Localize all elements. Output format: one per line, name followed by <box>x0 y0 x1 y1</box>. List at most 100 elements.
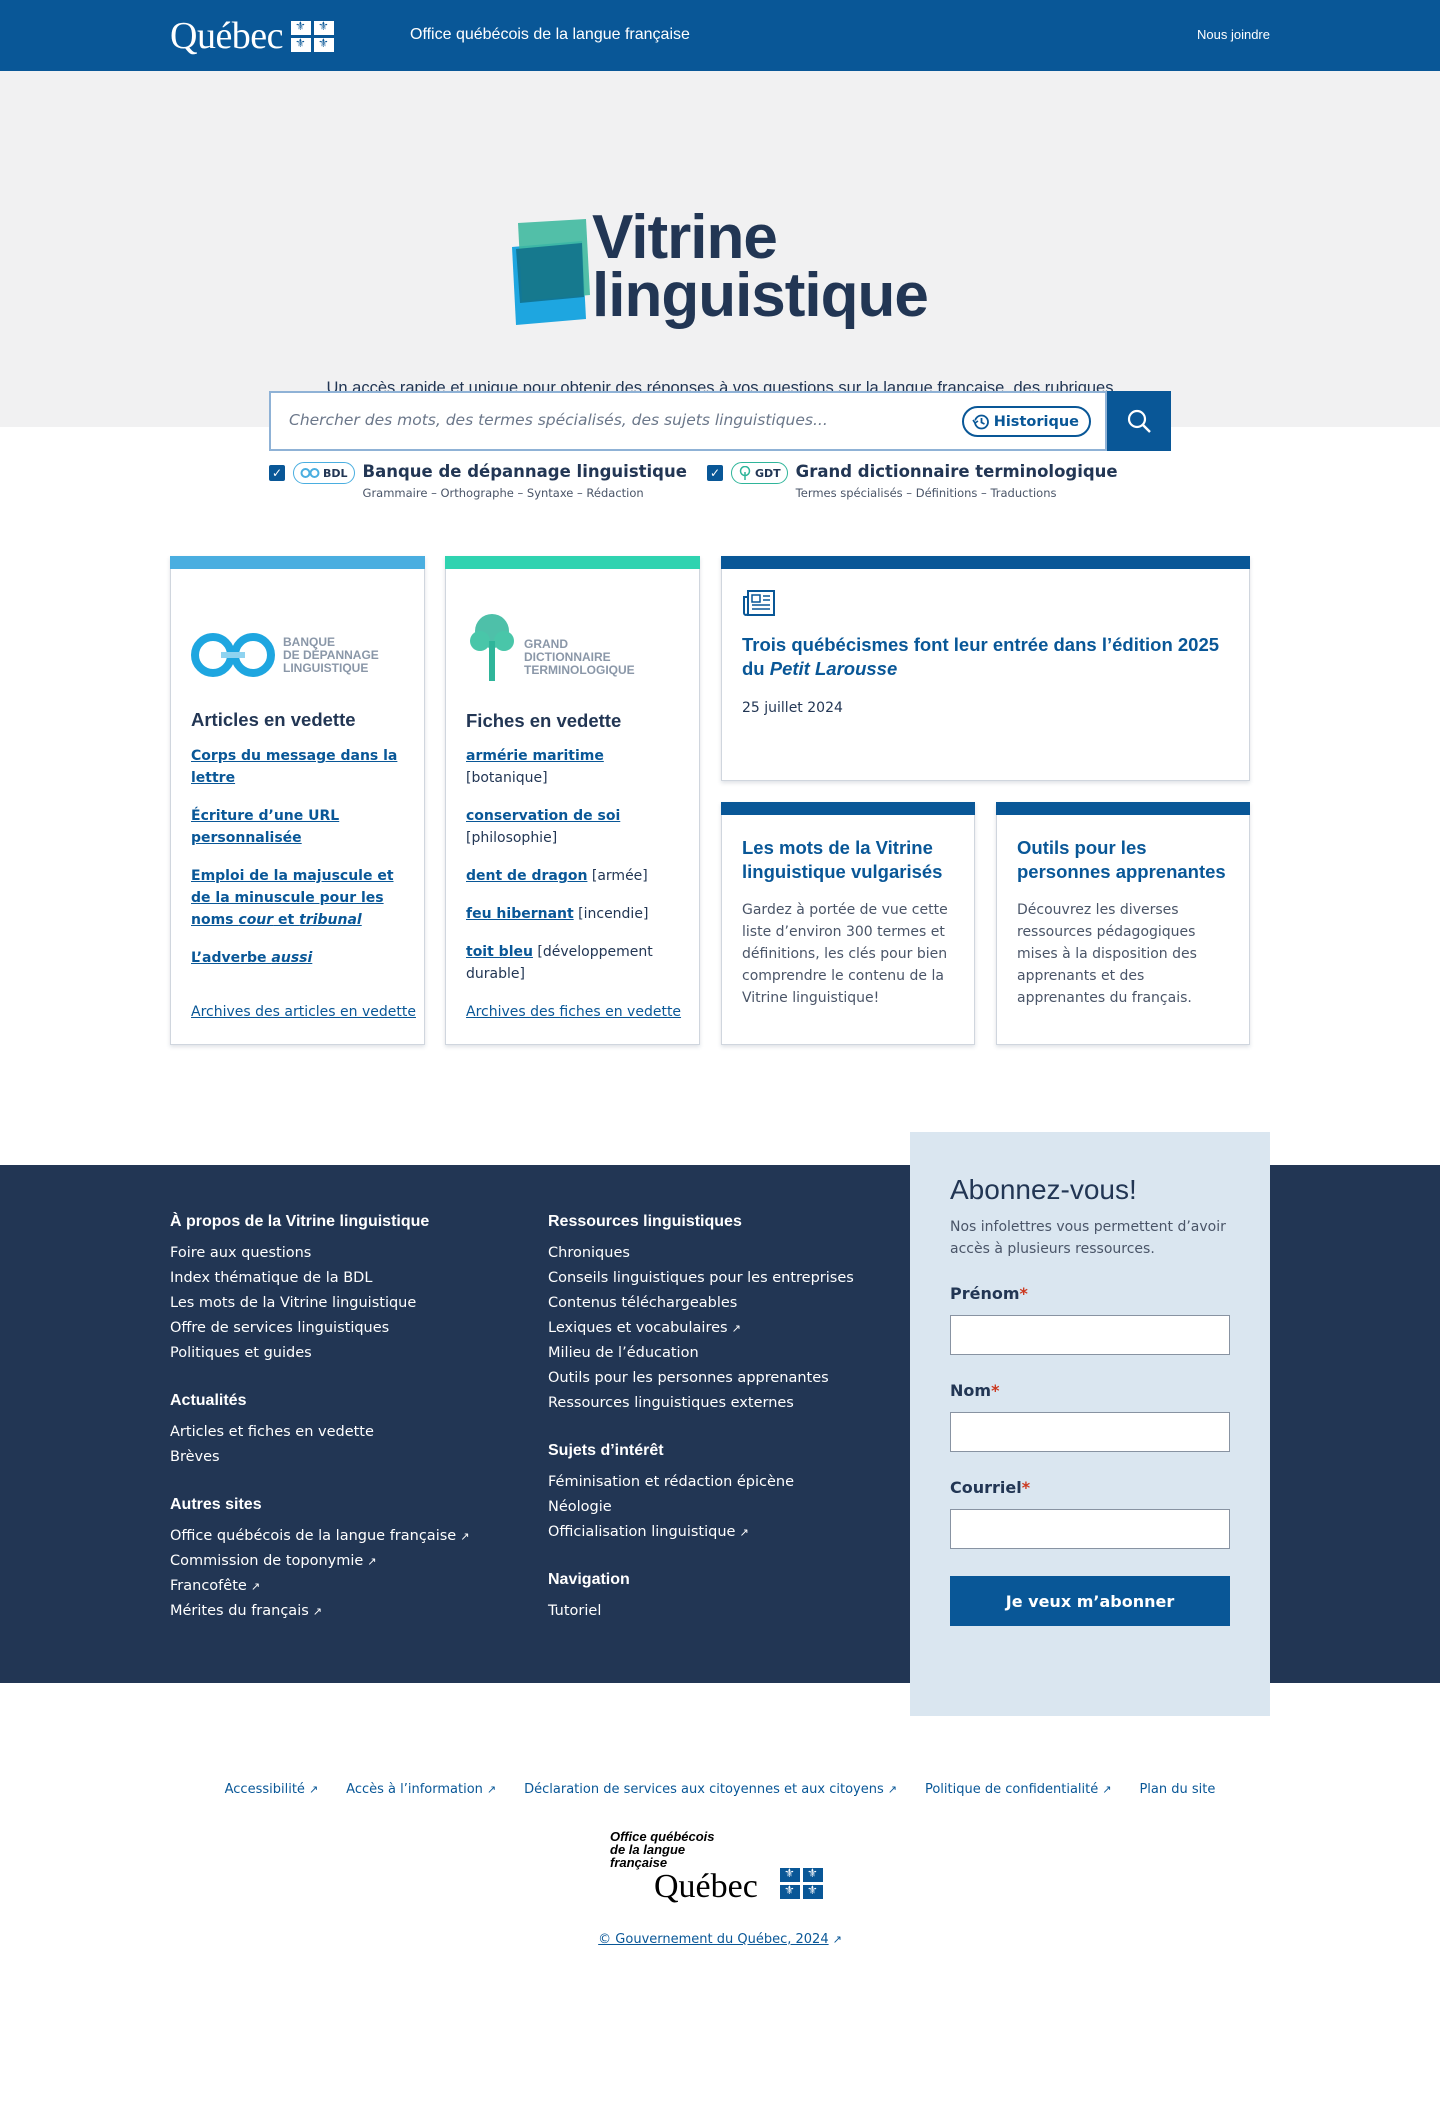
footer-link[interactable]: Office québécois de la langue française ↗ <box>170 1524 469 1549</box>
bdl-checkbox[interactable]: ✓ <box>269 465 285 481</box>
legal-link[interactable]: Politique de confidentialité ↗ <box>925 1782 1112 1797</box>
bdl-source-subtitle: Grammaire – Orthographe – Syntaxe – Réda… <box>362 486 644 500</box>
oqlf-quebec-logo[interactable]: Office québécois de la langue française … <box>610 1830 840 1910</box>
footer-link[interactable]: Néologie <box>548 1495 854 1520</box>
footer-link[interactable]: Ressources linguistiques externes <box>548 1391 854 1416</box>
copyright-link[interactable]: © Gouvernement du Québec, 2024 ↗ <box>598 1932 842 1947</box>
quebec-logo[interactable]: Québec <box>170 17 335 55</box>
site-title[interactable]: Office québécois de la langue française <box>410 26 690 44</box>
oqlf-logo-word: Québec <box>654 1868 758 1905</box>
legal-link[interactable]: Accessibilité ↗ <box>225 1782 319 1797</box>
vitrine-logo-text: Vitrine linguistique <box>592 203 929 327</box>
footer-link[interactable]: Francofête ↗ <box>170 1574 469 1599</box>
subscribe-button[interactable]: Je veux m’abonner <box>950 1576 1230 1626</box>
news-card[interactable]: Trois québécismes font leur entrée dans … <box>721 556 1250 781</box>
footer-link[interactable]: Politiques et guides <box>170 1341 469 1366</box>
footer-link[interactable]: Articles et fiches en vedette <box>170 1420 469 1445</box>
footer-link[interactable]: Outils pour les personnes apprenantes <box>548 1366 854 1391</box>
gdt-featured-card: GRAND DICTIONNAIRE TERMINOLOGIQUE Fiches… <box>445 556 700 1045</box>
footer-link[interactable]: Milieu de l’éducation <box>548 1341 854 1366</box>
footer-heading: Ressources linguistiques <box>548 1213 742 1230</box>
article-link[interactable]: L’adverbe aussi <box>191 950 312 966</box>
gdt-archive-link[interactable]: Archives des fiches en vedette <box>466 1004 681 1020</box>
last-name-label: Nom* <box>950 1381 999 1400</box>
history-button[interactable]: Historique <box>961 406 1091 437</box>
footer-link-label: Offre de services linguistiques <box>170 1320 390 1336</box>
news-title[interactable]: Trois québécismes font leur entrée dans … <box>742 633 1229 681</box>
footer-link[interactable]: Lexiques et vocabulaires ↗ <box>548 1316 854 1341</box>
bdl-archive-link[interactable]: Archives des articles en vedette <box>191 1004 416 1020</box>
source-gdt[interactable]: ✓ GDT Grand dictionnaire terminologique … <box>707 462 1118 500</box>
vulgarized-words-card[interactable]: Les mots de la Vitrine linguistique vulg… <box>721 802 975 1045</box>
bdl-logo: BANQUE DE DÉPANNAGE LINGUISTIQUE <box>191 631 379 679</box>
article-link[interactable]: Emploi de la majuscule et de la minuscul… <box>191 868 394 928</box>
news-date: 25 juillet 2024 <box>742 700 843 716</box>
legal-link[interactable]: Accès à l’information ↗ <box>346 1782 496 1797</box>
external-link-icon: ↗ <box>367 1555 377 1568</box>
external-link-icon: ↗ <box>739 1526 749 1539</box>
vulgarized-card-title[interactable]: Les mots de la Vitrine linguistique vulg… <box>742 836 954 884</box>
contact-link[interactable]: Nous joindre <box>1197 27 1270 42</box>
footer-link[interactable]: Conseils linguistiques pour les entrepri… <box>548 1266 854 1291</box>
bdl-logo-caption-1: BANQUE <box>283 634 336 649</box>
footer-link-label: Articles et fiches en vedette <box>170 1424 374 1440</box>
footer-link[interactable]: Officialisation linguistique ↗ <box>548 1520 854 1545</box>
footer-link[interactable]: Mérites du français ↗ <box>170 1599 469 1624</box>
vitrine-linguistique-logo[interactable]: Vitrine linguistique <box>494 149 944 339</box>
footer-link[interactable]: Contenus téléchargeables <box>548 1291 854 1316</box>
logo-line-1: Vitrine <box>592 203 778 272</box>
legal-link[interactable]: Plan du site <box>1139 1782 1215 1797</box>
footer-link[interactable]: Foire aux questions <box>170 1241 469 1266</box>
list-item: L’adverbe aussi <box>191 947 404 969</box>
footer-heading: Navigation <box>548 1571 630 1588</box>
gdt-source-title: Grand dictionnaire terminologique <box>795 462 1118 481</box>
footer-link-label: Conseils linguistiques pour les entrepri… <box>548 1270 854 1286</box>
legal-link[interactable]: Déclaration de services aux citoyennes e… <box>524 1782 897 1797</box>
entry-link[interactable]: conservation de soi <box>466 808 620 824</box>
footer-link-label: Politiques et guides <box>170 1345 312 1361</box>
article-link[interactable]: Corps du message dans la lettre <box>191 748 397 786</box>
article-link-italic-2: tribunal <box>299 912 362 928</box>
last-name-field[interactable] <box>950 1412 1230 1452</box>
entry-link[interactable]: dent de dragon <box>466 868 587 884</box>
footer-link-label: Outils pour les personnes apprenantes <box>548 1370 829 1386</box>
gdt-logo-caption-2: DICTIONNAIRE <box>524 649 611 664</box>
footer-link[interactable]: Chroniques <box>548 1241 854 1266</box>
gdt-logo: GRAND DICTIONNAIRE TERMINOLOGIQUE <box>466 611 635 683</box>
email-field[interactable] <box>950 1509 1230 1549</box>
footer-link-label: Ressources linguistiques externes <box>548 1395 794 1411</box>
bdl-articles-list: Corps du message dans la lettre Écriture… <box>191 745 404 985</box>
article-link[interactable]: Écriture d’une URL personnalisée <box>191 808 339 846</box>
footer-link-label: Index thématique de la BDL <box>170 1270 373 1286</box>
source-bdl[interactable]: ✓ BDL Banque de dépannage linguistique G… <box>269 462 687 500</box>
footer-link[interactable]: Féminisation et rédaction épicène <box>548 1470 854 1495</box>
learners-card-title[interactable]: Outils pour les personnes apprenantes <box>1017 836 1229 884</box>
footer-link-list: Articles et fiches en vedette Brèves <box>170 1420 469 1470</box>
list-item: dent de dragon [armée] <box>466 865 679 887</box>
footer-link-list: Féminisation et rédaction épicène Néologi… <box>548 1470 854 1545</box>
entry-link[interactable]: armérie maritime <box>466 748 604 764</box>
external-link-icon: ↗ <box>1102 1783 1112 1796</box>
subscribe-text: Nos infolettres vous permettent d’avoir … <box>950 1219 1226 1257</box>
card-accent-bar <box>170 556 425 569</box>
gdt-tree-logo-icon <box>470 614 514 681</box>
bdl-infinity-logo-icon <box>191 633 275 677</box>
entry-link[interactable]: feu hibernant <box>466 906 574 922</box>
gdt-logo-caption-3: TERMINOLOGIQUE <box>524 662 635 677</box>
learners-tools-card[interactable]: Outils pour les personnes apprenantes Dé… <box>996 802 1250 1045</box>
footer-link[interactable]: Les mots de la Vitrine linguistique <box>170 1291 469 1316</box>
footer-link[interactable]: Tutoriel <box>548 1599 854 1624</box>
gdt-checkbox[interactable]: ✓ <box>707 465 723 481</box>
list-item: armérie maritime [botanique] <box>466 745 679 789</box>
search-submit-button[interactable] <box>1107 391 1171 451</box>
footer-column-2: Ressources linguistiques Chroniques Consei… <box>548 1213 854 1650</box>
footer-link[interactable]: Offre de services linguistiques <box>170 1316 469 1341</box>
footer-link-label: Mérites du français <box>170 1603 309 1619</box>
footer-link[interactable]: Index thématique de la BDL <box>170 1266 469 1291</box>
footer-link[interactable]: Commission de toponymie ↗ <box>170 1549 469 1574</box>
search-input[interactable] <box>289 411 939 429</box>
entry-link[interactable]: toit bleu <box>466 944 533 960</box>
bdl-card-heading: Articles en vedette <box>191 709 356 730</box>
footer-link[interactable]: Brèves <box>170 1445 469 1470</box>
first-name-field[interactable] <box>950 1315 1230 1355</box>
